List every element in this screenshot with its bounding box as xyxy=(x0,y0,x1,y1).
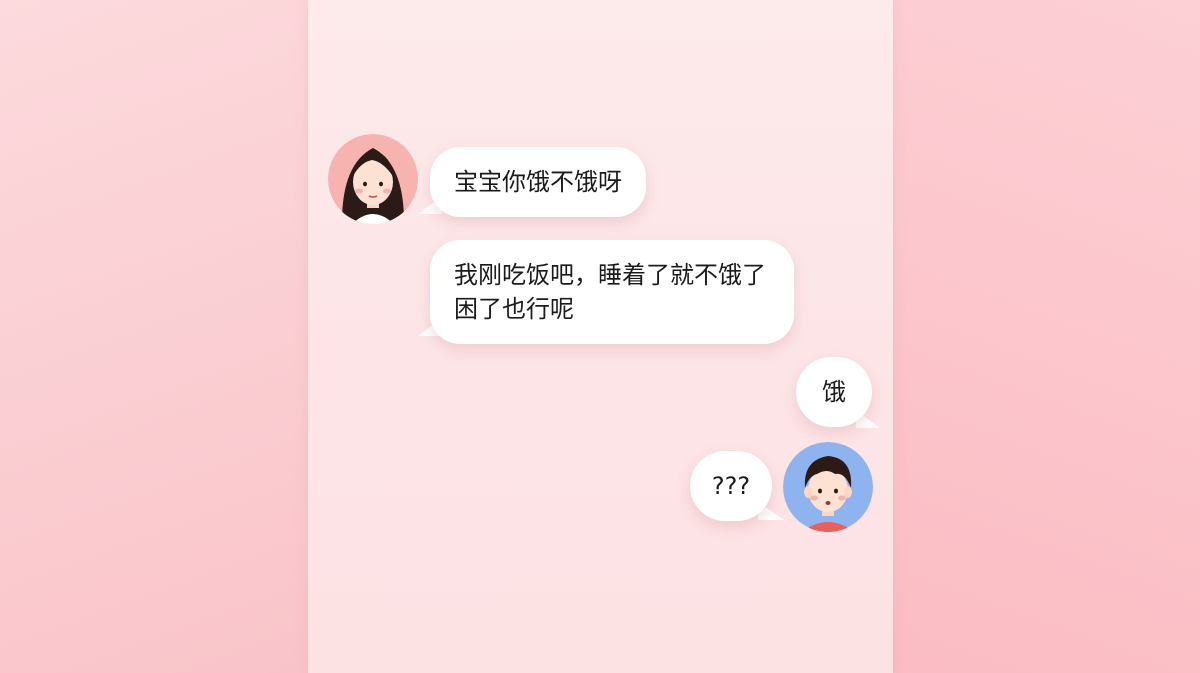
girl-message-text-line: 我刚吃饭吧，睡着了就不饿了 xyxy=(454,261,766,289)
boy-message-text: ??? xyxy=(711,472,751,500)
background-left xyxy=(0,0,308,673)
girl-avatar[interactable] xyxy=(328,134,418,224)
girl-message-text: 宝宝你饿不饿呀 xyxy=(454,168,622,196)
boy-avatar-icon xyxy=(783,442,873,532)
girl-message-bubble[interactable]: 我刚吃饭吧，睡着了就不饿了 困了也行呢 xyxy=(430,240,794,344)
girl-message-text-line: 困了也行呢 xyxy=(454,295,574,323)
girl-avatar-icon xyxy=(328,134,418,224)
boy-message-bubble[interactable]: ??? xyxy=(690,451,772,521)
background-right xyxy=(892,0,1200,673)
boy-message-bubble[interactable]: 饿 xyxy=(796,357,872,427)
boy-message-text: 饿 xyxy=(822,378,846,406)
boy-avatar[interactable] xyxy=(783,442,873,532)
girl-message-bubble[interactable]: 宝宝你饿不饿呀 xyxy=(430,147,646,217)
